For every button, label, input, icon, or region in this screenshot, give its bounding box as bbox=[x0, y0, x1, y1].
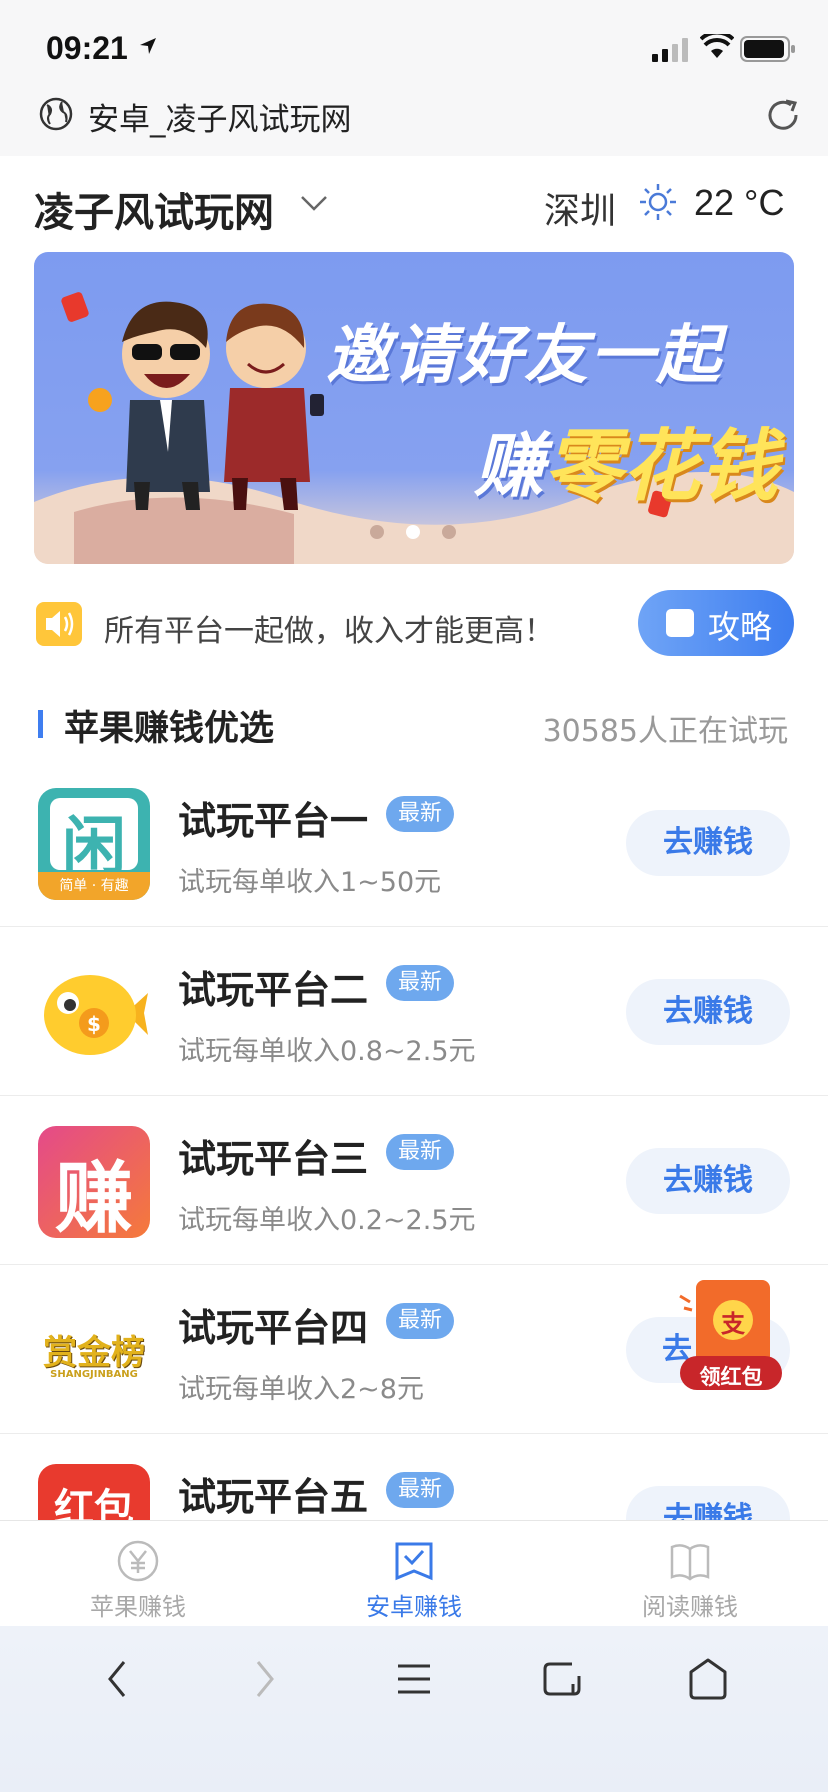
red-packet-float[interactable]: 支 领红包 bbox=[676, 1276, 786, 1396]
battery-icon bbox=[740, 36, 795, 62]
city-label: 深圳 bbox=[544, 191, 617, 232]
section-title: 苹果赚钱优选 bbox=[64, 709, 275, 749]
tab-label: 阅读赚钱 bbox=[642, 1593, 738, 1621]
globe-icon bbox=[39, 97, 73, 131]
status-time: 09:21 bbox=[46, 30, 128, 66]
yen-icon bbox=[117, 1540, 159, 1582]
temperature: 22 °C bbox=[694, 182, 785, 223]
site-header: 凌子风试玩网 深圳 22 °C bbox=[0, 156, 828, 250]
browser-toolbar bbox=[0, 1626, 828, 1792]
wifi-icon bbox=[700, 34, 734, 58]
menu-icon[interactable] bbox=[394, 1656, 434, 1702]
app-name: 试玩平台三 bbox=[178, 1137, 369, 1181]
xian-app-icon: 闲 简单 · 有趣 bbox=[38, 788, 150, 900]
section-header: 苹果赚钱优选 30585人正在试玩 bbox=[0, 696, 828, 752]
speaker-icon bbox=[36, 602, 82, 646]
list-item[interactable]: $ 试玩平台二 最新 试玩每单收入0.8~2.5元 去赚钱 bbox=[0, 927, 828, 1096]
notice-bar: 所有平台一起做，收入才能更高！ 攻略 bbox=[0, 586, 828, 656]
alipay-icon: 支 bbox=[721, 1310, 745, 1338]
book-icon bbox=[670, 1544, 710, 1581]
forward-icon[interactable] bbox=[250, 1656, 280, 1702]
notice-text: 所有平台一起做，收入才能更高！ bbox=[104, 614, 554, 649]
app-income: 试玩每单收入2~8元 bbox=[178, 1374, 424, 1405]
chevron-down-icon[interactable] bbox=[300, 194, 328, 212]
page-title: 安卓_凌子风试玩网 bbox=[88, 102, 352, 138]
guide-button[interactable]: 攻略 bbox=[638, 590, 794, 656]
red-packet-label: 领红包 bbox=[699, 1365, 763, 1389]
carousel-dot-active[interactable] bbox=[406, 525, 420, 539]
tab-label: 苹果赚钱 bbox=[90, 1593, 186, 1621]
svg-text:$: $ bbox=[87, 1012, 101, 1036]
shangjinbang-app-icon: 赏金榜 SHANGJINBANG bbox=[38, 1295, 150, 1407]
list-item[interactable]: 闲 简单 · 有趣 试玩平台一 最新 试玩每单收入1~50元 去赚钱 bbox=[0, 758, 828, 927]
tab-apple-earn[interactable]: 苹果赚钱 bbox=[0, 1521, 276, 1627]
banner-subline-b: 零花钱 bbox=[544, 422, 779, 512]
tab-label: 安卓赚钱 bbox=[366, 1593, 462, 1621]
new-badge: 最新 bbox=[386, 1134, 454, 1170]
back-icon[interactable] bbox=[102, 1656, 132, 1702]
home-icon[interactable] bbox=[686, 1656, 730, 1702]
list-item[interactable]: 红包 试玩平台五 最新 去赚钱 bbox=[0, 1434, 828, 1525]
app-name: 试玩平台四 bbox=[178, 1306, 369, 1350]
location-arrow-icon bbox=[140, 38, 156, 54]
list-item[interactable]: 赚 试玩平台三 最新 试玩每单收入0.2~2.5元 去赚钱 bbox=[0, 1096, 828, 1265]
browser-address-bar[interactable]: 安卓_凌子风试玩网 bbox=[0, 84, 828, 156]
new-badge: 最新 bbox=[386, 1303, 454, 1339]
hongbao-app-icon: 红包 bbox=[38, 1464, 150, 1524]
site-name[interactable]: 凌子风试玩网 bbox=[34, 180, 274, 238]
carousel-dot[interactable] bbox=[370, 525, 384, 539]
app-name: 试玩平台一 bbox=[178, 799, 369, 843]
app-name: 试玩平台五 bbox=[178, 1475, 369, 1519]
tab-android-earn[interactable]: 安卓赚钱 bbox=[276, 1521, 552, 1627]
zhuan-app-icon: 赚 bbox=[38, 1126, 150, 1238]
new-badge: 最新 bbox=[386, 1472, 454, 1508]
app-name: 试玩平台二 bbox=[178, 968, 369, 1012]
section-accent-bar bbox=[38, 710, 43, 738]
reload-icon[interactable] bbox=[764, 96, 802, 134]
app-income: 试玩每单收入1~50元 bbox=[178, 867, 442, 898]
app-income: 试玩每单收入0.8~2.5元 bbox=[178, 1036, 476, 1067]
carousel-dots[interactable] bbox=[370, 524, 478, 543]
goldfish-app-icon: $ bbox=[38, 957, 150, 1069]
promo-banner[interactable]: 邀请好友一起 赚 零花钱 bbox=[34, 252, 794, 564]
carousel-dot[interactable] bbox=[442, 525, 456, 539]
new-badge: 最新 bbox=[386, 796, 454, 832]
app-list: 闲 简单 · 有趣 试玩平台一 最新 试玩每单收入1~50元 去赚钱 $ 试玩平… bbox=[0, 758, 828, 1525]
status-bar: 09:21 bbox=[0, 0, 828, 84]
signal-icon bbox=[652, 38, 688, 62]
guide-button-label: 攻略 bbox=[708, 608, 773, 646]
guide-icon bbox=[666, 609, 694, 637]
banner-subline-a: 赚 bbox=[474, 425, 544, 507]
new-badge: 最新 bbox=[386, 965, 454, 1001]
tab-read-earn[interactable]: 阅读赚钱 bbox=[552, 1521, 828, 1627]
check-square-icon bbox=[395, 1542, 433, 1581]
earn-button[interactable]: 去赚钱 bbox=[626, 1148, 790, 1214]
tabs-icon[interactable] bbox=[540, 1656, 584, 1702]
earn-button[interactable]: 去赚钱 bbox=[626, 810, 790, 876]
earn-button[interactable]: 去赚钱 bbox=[626, 979, 790, 1045]
bottom-tab-bar: 苹果赚钱 安卓赚钱 阅读赚钱 bbox=[0, 1520, 828, 1627]
app-income: 试玩每单收入0.2~2.5元 bbox=[178, 1205, 476, 1236]
player-count: 30585人正在试玩 bbox=[542, 714, 788, 749]
sun-icon bbox=[640, 184, 676, 220]
banner-headline: 邀请好友一起 bbox=[326, 319, 722, 393]
